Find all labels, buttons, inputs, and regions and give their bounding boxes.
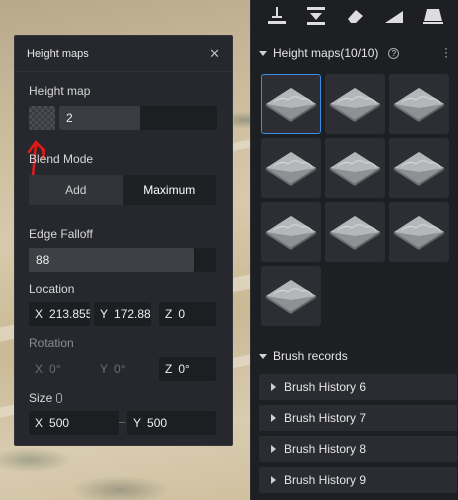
- axis-x-label: X: [35, 307, 44, 321]
- chevron-down-icon: [259, 50, 267, 56]
- height-map-value: 2: [66, 111, 73, 125]
- smooth-tool-icon[interactable]: [383, 7, 405, 25]
- height-map-thumbnail[interactable]: [29, 106, 55, 130]
- location-z-field[interactable]: Z0: [159, 302, 216, 326]
- heightmap-thumbnail[interactable]: [325, 138, 385, 198]
- heightmap-thumbnail[interactable]: [261, 202, 321, 262]
- heightmap-thumbnail[interactable]: [261, 266, 321, 326]
- size-label: Size: [29, 391, 53, 405]
- brush-history-label: Brush History 6: [284, 380, 367, 394]
- rotation-y-value: 0°: [114, 362, 126, 376]
- brush-toolbar: [251, 0, 458, 32]
- height-map-label: Height map: [29, 84, 91, 98]
- axis-z-label: Z: [165, 307, 173, 321]
- heightmap-thumbnail[interactable]: [261, 74, 321, 134]
- rotation-label: Rotation: [29, 336, 74, 350]
- edge-falloff-value: 88: [36, 253, 50, 267]
- link-icon[interactable]: [56, 393, 63, 403]
- axis-x-label: X: [35, 362, 44, 376]
- heightmap-thumbnail[interactable]: [389, 138, 449, 198]
- heightmap-thumbnail[interactable]: [261, 138, 321, 198]
- chevron-right-icon: [271, 383, 276, 391]
- lower-tool-icon[interactable]: [305, 7, 327, 25]
- size-label-row: Size: [29, 391, 63, 405]
- blend-maximum-option[interactable]: Maximum: [122, 175, 216, 205]
- chevron-right-icon: [271, 476, 276, 484]
- chevron-right-icon: [271, 414, 276, 422]
- brush-history-item[interactable]: Brush History 9: [259, 467, 457, 493]
- location-x-value: 213.855: [49, 307, 90, 321]
- edge-falloff-slider[interactable]: 88: [29, 248, 216, 272]
- axis-x-label: X: [35, 416, 44, 430]
- rotation-z-value: 0°: [178, 362, 190, 376]
- brush-history-label: Brush History 8: [284, 442, 367, 456]
- heightmap-thumbnail[interactable]: [325, 74, 385, 134]
- brush-history-item[interactable]: Brush History 8: [259, 436, 457, 462]
- more-vertical-icon[interactable]: · · ·: [444, 42, 448, 62]
- brush-history-item[interactable]: Brush History 7: [259, 405, 457, 431]
- blend-add-option[interactable]: Add: [29, 175, 123, 205]
- rotation-x-field: X 0°: [29, 357, 90, 381]
- help-icon[interactable]: ?: [388, 47, 400, 59]
- blend-mode-label: Blend Mode: [29, 152, 94, 166]
- raise-tool-icon[interactable]: [266, 7, 288, 25]
- size-y-field[interactable]: Y 500: [127, 411, 216, 435]
- heightmap-thumbnail[interactable]: [389, 202, 449, 262]
- heightmap-thumbnail[interactable]: [325, 202, 385, 262]
- right-dock: Height maps(10/10) ? · · · Brush records B…: [250, 0, 458, 500]
- location-label: Location: [29, 282, 75, 296]
- rotation-x-value: 0°: [49, 362, 61, 376]
- brush-history-label: Brush History 9: [284, 473, 367, 487]
- location-y-field[interactable]: Y 172.88: [94, 302, 151, 326]
- edge-falloff-label: Edge Falloff: [29, 227, 93, 241]
- chevron-right-icon: [271, 445, 276, 453]
- rotation-z-field[interactable]: Z 0°: [159, 357, 216, 381]
- heightmaps-section-header[interactable]: Height maps(10/10) ?: [259, 46, 400, 60]
- height-map-field[interactable]: 2: [59, 106, 217, 130]
- size-separator: [119, 422, 125, 423]
- axis-y-label: Y: [133, 416, 142, 430]
- chevron-down-icon: [259, 353, 267, 359]
- brush-records-title: Brush records: [273, 349, 348, 363]
- heightmap-thumbnail[interactable]: [389, 74, 449, 134]
- brush-history-label: Brush History 7: [284, 411, 367, 425]
- rotation-y-field: Y 0°: [94, 357, 151, 381]
- axis-y-label: Y: [100, 307, 109, 321]
- brush-records-header[interactable]: Brush records: [259, 349, 348, 363]
- axis-z-label: Z: [165, 362, 173, 376]
- axis-y-label: Y: [100, 362, 109, 376]
- size-x-field[interactable]: X 500: [29, 411, 119, 435]
- location-x-field[interactable]: X 213.855: [29, 302, 90, 326]
- close-icon[interactable]: ✕: [209, 46, 220, 62]
- heightmaps-title: Height maps(10/10): [273, 46, 379, 60]
- size-y-value: 500: [147, 416, 168, 430]
- panel-title: Height maps: [27, 47, 89, 60]
- brush-history-item[interactable]: Brush History 6: [259, 374, 457, 400]
- blend-mode-segmented: Add Maximum: [29, 175, 216, 205]
- location-y-value: 172.88: [114, 307, 151, 321]
- flatten-tool-icon[interactable]: [422, 7, 444, 25]
- size-x-value: 500: [49, 416, 70, 430]
- heightmap-grid: [261, 74, 449, 326]
- eraser-tool-icon[interactable]: [344, 7, 366, 25]
- location-z-value: 0: [178, 307, 186, 321]
- panel-header: Height maps ✕: [15, 36, 232, 72]
